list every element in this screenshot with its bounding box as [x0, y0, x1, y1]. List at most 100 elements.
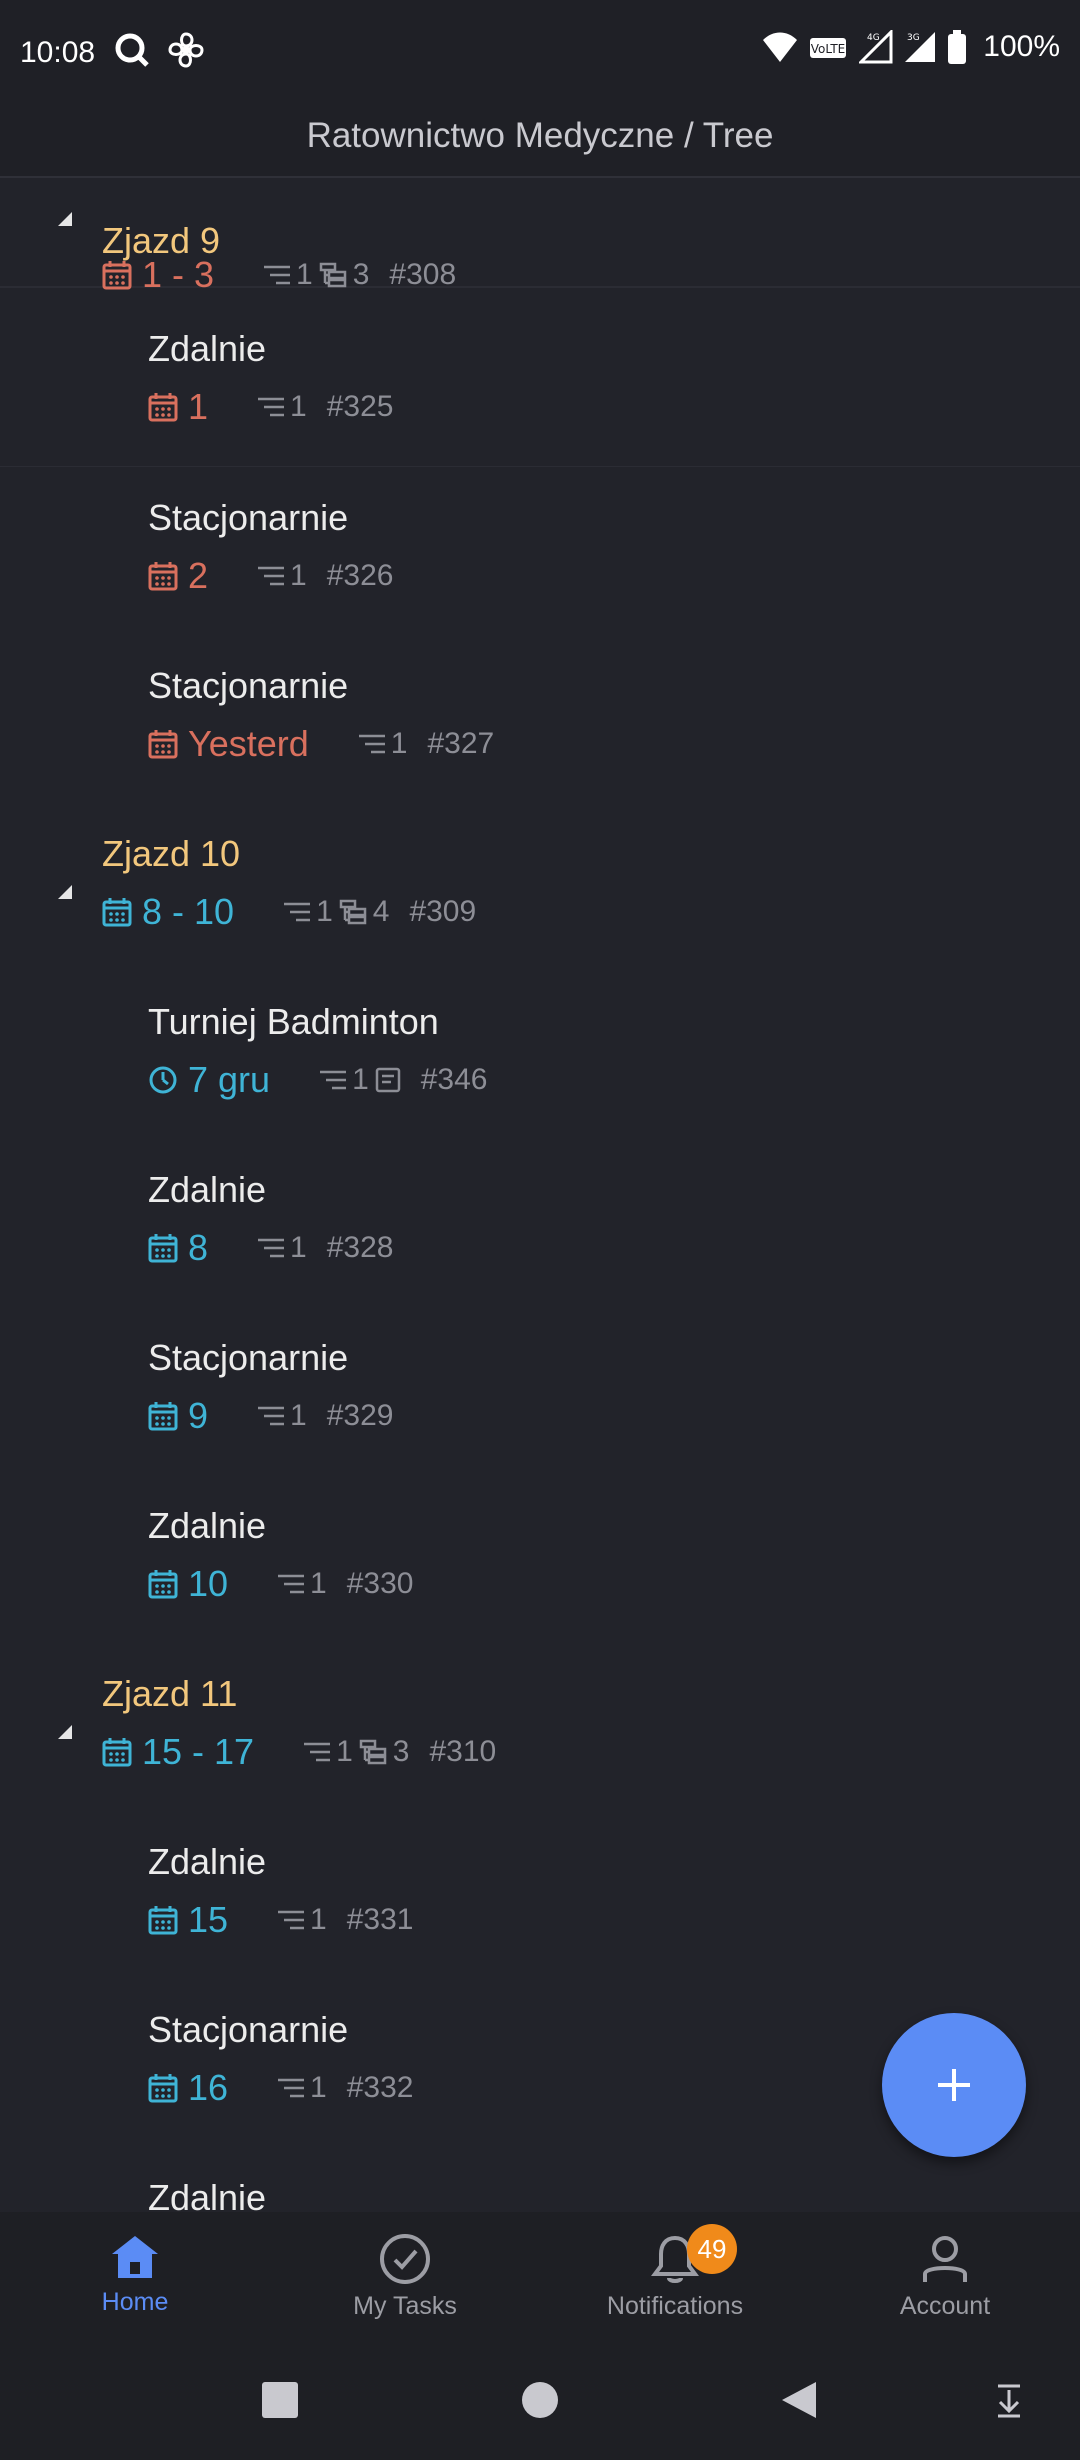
- svg-text:3G: 3G: [907, 33, 920, 43]
- date-text: 10: [188, 1563, 229, 1604]
- signal-3g-icon: 3G: [905, 32, 936, 62]
- subtasks-text: 1: [310, 1903, 327, 1936]
- subtasks-text: 1: [290, 1231, 307, 1264]
- recents-square-icon[interactable]: [260, 2380, 300, 2420]
- tree-row-group[interactable]: Zjazd 11 15 - 17 1 3 #310: [0, 1643, 1080, 1813]
- date-label: 8 - 10: [102, 891, 234, 933]
- subtasks-count: 1: [256, 1399, 307, 1433]
- date-label: 1 - 3: [102, 254, 214, 296]
- plus-icon: [938, 2069, 970, 2101]
- meta-group: 1 #325: [256, 390, 393, 424]
- dropdown-icon[interactable]: [994, 2380, 1024, 2420]
- row-title: Turniej Badminton: [148, 1001, 439, 1042]
- hierarchy-icon: [339, 899, 366, 925]
- subtasks-text: 1: [290, 559, 307, 592]
- tree-row-task[interactable]: Zdalnie 15 1 #331: [0, 1811, 1080, 1981]
- tree-row-group[interactable]: Zjazd 10 8 - 10 1 4 #309: [0, 803, 1080, 973]
- tree-row-task[interactable]: Zdalnie 8 1 #328: [0, 1139, 1080, 1309]
- nav-home[interactable]: Home: [0, 2212, 270, 2350]
- collapse-arrow-icon[interactable]: [58, 885, 72, 899]
- meta-group: 1 #332: [276, 2071, 413, 2105]
- meta-group: 1 #328: [256, 1231, 393, 1265]
- task-id: #330: [346, 1567, 414, 1600]
- subtasks-text: 1: [290, 1399, 307, 1432]
- date-text: 7 gru: [188, 1059, 271, 1100]
- row-meta: 15 - 17 1 3 #310: [102, 1731, 496, 1773]
- task-id: #325: [326, 390, 394, 423]
- tree-row-task[interactable]: Zdalnie: [0, 2147, 1080, 2212]
- row-title: Stacjonarnie: [148, 1337, 349, 1378]
- volte-icon: VoLTE: [810, 38, 847, 58]
- tree-row-task[interactable]: Zdalnie 10 1 #330: [0, 1475, 1080, 1645]
- date-label: 2: [148, 555, 208, 597]
- date-label: 1: [148, 386, 208, 428]
- subtasks-count: 1: [256, 1231, 307, 1265]
- tree-row-task[interactable]: Stacjonarnie Yesterd 1 #327: [0, 635, 1080, 805]
- list-lines-icon: [320, 1070, 347, 1090]
- calendar-icon: [102, 261, 132, 290]
- list-lines-icon: [258, 397, 285, 417]
- svg-text:VoLTE: VoLTE: [811, 42, 846, 56]
- home-circle-icon[interactable]: [520, 2380, 560, 2420]
- subtasks-text: 1: [296, 258, 313, 291]
- hierarchy-icon: [319, 262, 346, 288]
- row-meta: 8 1 #328: [148, 1227, 393, 1269]
- tree-list[interactable]: Zjazd 9 1 - 3 1 3 #308 Zdalnie 1 1 #325 …: [0, 178, 1080, 2212]
- row-title: Zdalnie: [148, 328, 267, 369]
- subtasks-text: 1: [352, 1063, 369, 1096]
- nav-home-label: Home: [101, 2288, 169, 2316]
- list-lines-icon: [264, 265, 291, 285]
- subtasks-text: 1: [390, 727, 408, 760]
- date-label: 8: [148, 1227, 208, 1269]
- tree-row-group[interactable]: Zjazd 9 1 - 3 1 3 #308: [0, 178, 1080, 295]
- tree-row-task[interactable]: Stacjonarnie 2 1 #326: [0, 467, 1080, 637]
- tree-row-task[interactable]: Turniej Badminton 7 gru 1 #346: [0, 971, 1080, 1141]
- subtasks-count: 1: [318, 1063, 369, 1097]
- app-header: Ratownictwo Medyczne / Tree: [0, 110, 1080, 178]
- hierarchy-icon: [359, 1739, 387, 1765]
- fan-app-icon: [168, 32, 204, 68]
- subtasks-count: 1: [256, 390, 307, 424]
- tree-row-task[interactable]: Stacjonarnie 9 1 #329: [0, 1307, 1080, 1477]
- back-triangle-icon[interactable]: [778, 2380, 818, 2420]
- bottom-nav: Home My Tasks 49 Notifications Account: [0, 2212, 1080, 2350]
- nav-account-label: Account: [899, 2292, 991, 2320]
- date-text: 16: [188, 2067, 229, 2108]
- nav-account[interactable]: Account: [810, 2212, 1080, 2350]
- date-label: 9: [148, 1395, 208, 1437]
- person-icon: [923, 2236, 967, 2282]
- calendar-icon: [148, 1234, 178, 1263]
- children-text: 3: [352, 258, 370, 291]
- status-time: 10:08: [20, 36, 96, 69]
- children-count: 4: [339, 895, 390, 929]
- task-id: #328: [326, 1231, 394, 1264]
- children-count: 3: [359, 1735, 409, 1769]
- nav-notifications-label: Notifications: [606, 2292, 744, 2320]
- children-text: 4: [372, 895, 390, 928]
- calendar-icon: [148, 1402, 178, 1431]
- notifications-badge: 49: [687, 2224, 737, 2274]
- add-task-button[interactable]: [882, 2013, 1026, 2157]
- subtasks-count: 1: [357, 727, 408, 761]
- list-lines-icon: [258, 1238, 285, 1258]
- collapse-arrow-icon[interactable]: [58, 212, 72, 226]
- row-meta: 2 1 #326: [148, 555, 393, 597]
- calendar-icon: [148, 2074, 178, 2103]
- nav-my-tasks-label: My Tasks: [353, 2292, 457, 2320]
- row-title: Zdalnie: [148, 1505, 267, 1546]
- collapse-arrow-icon[interactable]: [58, 1725, 72, 1739]
- calendar-icon: [148, 1570, 178, 1599]
- date-label: 7 gru: [148, 1059, 270, 1101]
- meta-group: 1 3 #310: [302, 1735, 496, 1769]
- row-title: Stacjonarnie: [148, 497, 349, 538]
- subtasks-count: 1: [282, 895, 333, 929]
- tree-row-task[interactable]: Zdalnie 1 1 #325: [0, 298, 1080, 468]
- row-title: Stacjonarnie: [148, 665, 349, 706]
- list-lines-icon: [258, 566, 285, 586]
- meta-group: 1 4 #309: [282, 895, 476, 929]
- svg-text:4G: 4G: [867, 33, 880, 43]
- task-id: #308: [389, 258, 457, 291]
- list-lines-icon: [258, 1406, 285, 1426]
- nav-notifications[interactable]: 49 Notifications: [540, 2212, 810, 2350]
- nav-my-tasks[interactable]: My Tasks: [270, 2212, 540, 2350]
